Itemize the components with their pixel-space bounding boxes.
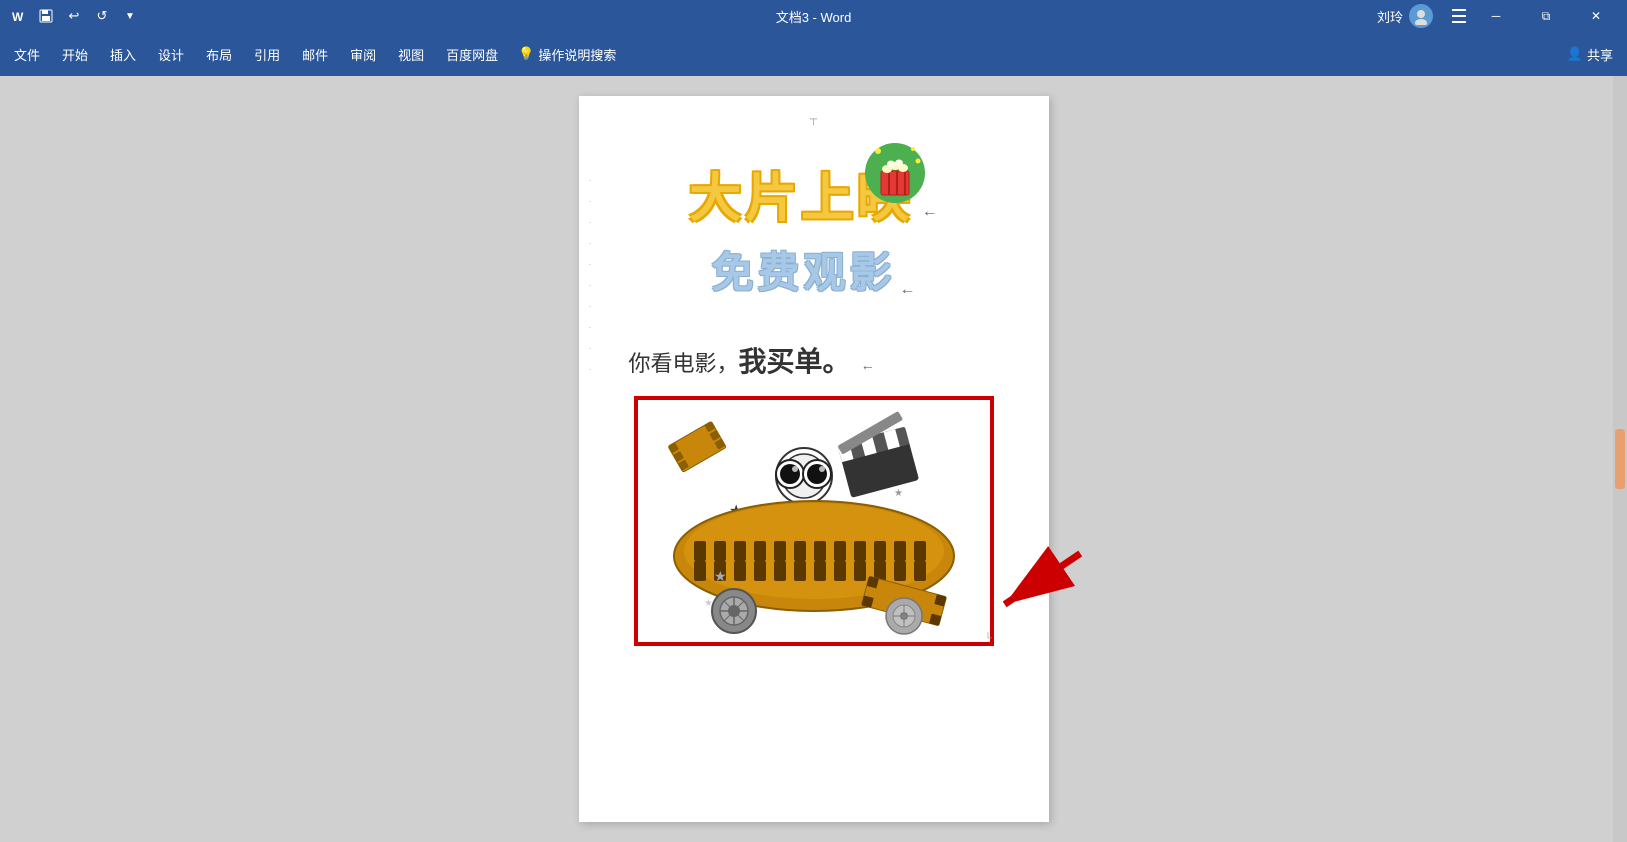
search-label: 操作说明搜索 <box>538 45 616 64</box>
title-wrapper: 大片上映 ← <box>689 156 937 231</box>
document-page: ┬ ····· ····· 大片上映 ← <box>579 96 1049 822</box>
tagline-bold: 我买单。 <box>739 346 851 377</box>
close-button[interactable]: ✕ <box>1573 0 1619 32</box>
scrollbar-thumb[interactable] <box>1615 429 1625 489</box>
share-button[interactable]: 👤 共享 <box>1557 41 1623 68</box>
film-reel-svg: ★ ★ ★ <box>654 406 974 636</box>
title-bar: W ↩ ↺ ▼ 文档3 - Word 刘玲 <box>0 0 1627 32</box>
window-title: 文档3 - Word <box>776 7 852 26</box>
user-name: 刘玲 <box>1377 7 1403 26</box>
ribbon-display-icon[interactable] <box>1449 6 1469 26</box>
tab-references[interactable]: 引用 <box>244 41 290 68</box>
main-title-area: 大片上映 ← <box>609 156 1019 231</box>
tab-view[interactable]: 视图 <box>388 41 434 68</box>
popcorn-icon <box>863 141 928 206</box>
customize-icon[interactable]: ▼ <box>120 6 140 26</box>
subtitle-area: 免费观影 ← <box>711 239 915 340</box>
user-avatar <box>1409 4 1433 28</box>
tab-home[interactable]: 开始 <box>52 41 98 68</box>
tagline-start: 你看电影， <box>629 351 739 376</box>
tab-baidu[interactable]: 百度网盘 <box>436 41 508 68</box>
user-area[interactable]: 刘玲 <box>1377 4 1433 28</box>
tab-file[interactable]: 文件 <box>4 41 50 68</box>
search-bulb-icon: 💡 <box>518 46 534 62</box>
paragraph-mark-2: ← <box>900 281 916 299</box>
tab-layout[interactable]: 布局 <box>196 41 242 68</box>
search-area[interactable]: 💡 操作说明搜索 <box>518 45 616 64</box>
tab-mailings[interactable]: 邮件 <box>292 41 338 68</box>
svg-text:★: ★ <box>704 598 713 609</box>
title-bar-left: W ↩ ↺ ▼ <box>8 6 140 26</box>
red-arrow <box>984 546 1094 616</box>
restore-button[interactable]: ⧉ <box>1523 0 1569 32</box>
doc-content: 大片上映 ← <box>609 116 1019 646</box>
minimize-button[interactable]: ─ <box>1473 0 1519 32</box>
film-image-container: ★ ★ ★ <box>634 396 994 646</box>
main-area: ┬ ····· ····· 大片上映 ← <box>0 76 1627 842</box>
ribbon: 文件 开始 插入 设计 布局 引用 邮件 审阅 视图 百度网盘 💡 操作说明搜索… <box>0 32 1627 76</box>
svg-text:W: W <box>12 10 24 24</box>
tab-insert[interactable]: 插入 <box>100 41 146 68</box>
svg-text:★: ★ <box>714 568 727 584</box>
share-person-icon: 👤 <box>1567 46 1583 62</box>
save-icon[interactable] <box>36 6 56 26</box>
top-ruler-mark: ┬ <box>810 114 817 125</box>
film-image-box[interactable]: ★ ★ ★ <box>634 396 994 646</box>
scrollbar[interactable] <box>1613 76 1627 842</box>
title-bar-right: 刘玲 ─ ⧉ ✕ <box>1377 0 1619 32</box>
page-corner-mark: └ <box>984 633 991 644</box>
left-ruler: ····· ····· <box>589 176 592 374</box>
subtitle: 免费观影 <box>711 239 895 300</box>
word-icon: W <box>8 6 28 26</box>
svg-text:★: ★ <box>894 488 903 499</box>
tab-design[interactable]: 设计 <box>148 41 194 68</box>
undo-icon[interactable]: ↩ <box>64 6 84 26</box>
tab-review[interactable]: 审阅 <box>340 41 386 68</box>
redo-icon[interactable]: ↺ <box>92 6 112 26</box>
paragraph-mark-3: ← <box>861 357 875 373</box>
tagline: 你看电影，我买单。 ← <box>629 340 875 380</box>
